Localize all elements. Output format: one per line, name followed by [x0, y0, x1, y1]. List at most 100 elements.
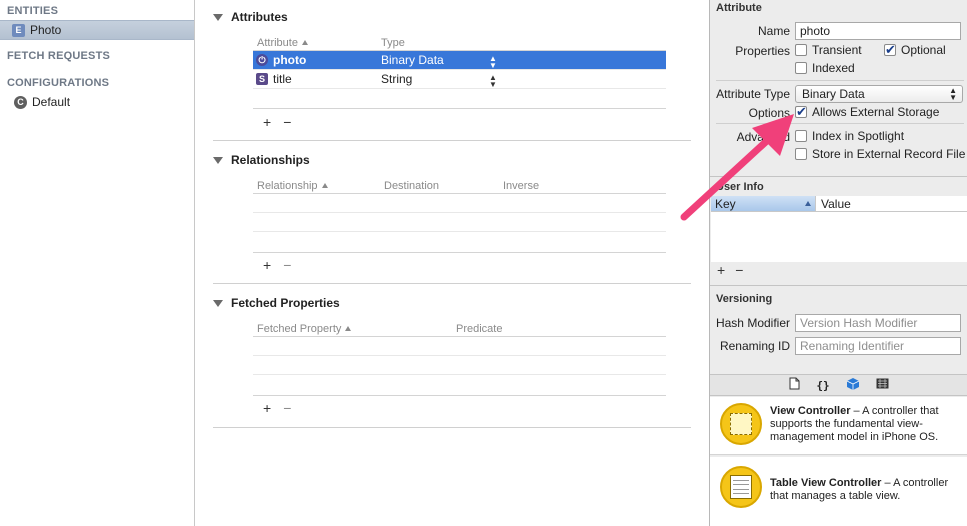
string-icon: S — [256, 73, 268, 85]
add-fetched-property-button[interactable]: + — [263, 400, 271, 416]
allows-external-storage-label: Allows External Storage — [812, 105, 940, 119]
attribute-type-value: Binary Data — [802, 87, 865, 101]
attribute-name-cell[interactable]: S title — [253, 70, 381, 88]
table-row — [253, 194, 666, 213]
attribute-type-cell[interactable]: Binary Data — [381, 51, 489, 69]
attributes-title: Attributes — [231, 10, 288, 24]
table-view-controller-icon — [720, 466, 762, 508]
column-header-destination[interactable]: Destination — [384, 178, 503, 193]
relationships-add-remove: + − — [263, 257, 291, 273]
column-header-predicate[interactable]: Predicate — [456, 321, 502, 336]
relationships-disclosure[interactable]: Relationships — [213, 151, 691, 169]
fetched-properties-section: Fetched Properties — [213, 294, 691, 312]
remove-relationship-button[interactable]: − — [283, 257, 291, 273]
disclosure-triangle-icon[interactable] — [213, 156, 223, 164]
column-header-type[interactable]: Type — [381, 35, 405, 50]
transient-label: Transient — [812, 43, 862, 57]
attribute-inspector: Attribute Name photo Properties Transien… — [709, 0, 967, 526]
hash-modifier-field[interactable]: Version Hash Modifier — [795, 314, 961, 332]
disclosure-triangle-icon[interactable] — [213, 13, 223, 21]
fetched-properties-title: Fetched Properties — [231, 296, 340, 310]
sidebar-item-label: Default — [32, 95, 71, 109]
table-bottom-border — [253, 252, 666, 253]
attribute-type-label: Attribute Type — [716, 87, 790, 101]
optional-checkbox-row[interactable]: Optional — [884, 42, 946, 58]
column-header-fetched-property[interactable]: Fetched Property — [253, 321, 456, 336]
hash-modifier-label: Hash Modifier — [715, 316, 790, 330]
sidebar-item-default[interactable]: C Default — [0, 92, 194, 112]
library-item-description: View Controller – A controller that supp… — [770, 405, 960, 454]
table-row — [253, 213, 666, 232]
indexed-checkbox-row[interactable]: Indexed — [795, 61, 855, 75]
disclosure-triangle-icon[interactable] — [213, 299, 223, 307]
remove-attribute-button[interactable]: − — [283, 114, 291, 130]
file-template-icon[interactable] — [789, 377, 800, 393]
attribute-type-cell[interactable]: String — [381, 70, 489, 88]
renaming-id-field[interactable]: Renaming Identifier — [795, 337, 961, 355]
store-external-record-label: Store in External Record File — [812, 147, 966, 161]
entity-editor: Attributes Attribute Type ⏻ photo Binary… — [196, 0, 708, 526]
add-user-info-button[interactable]: + — [717, 262, 725, 278]
store-external-record-row[interactable]: Store in External Record File — [795, 147, 965, 161]
sidebar-item-photo[interactable]: E Photo — [0, 20, 194, 40]
add-attribute-button[interactable]: + — [263, 114, 271, 130]
library-item-table-view-controller[interactable]: Table View Controller – A controller tha… — [710, 457, 967, 526]
user-info-add-remove: + − — [717, 262, 743, 278]
table-row[interactable]: S title String ▲ ▼ — [253, 70, 666, 89]
separator — [716, 80, 964, 81]
sidebar-item-label: Photo — [30, 23, 62, 37]
entity-icon: E — [12, 23, 25, 37]
name-field[interactable]: photo — [795, 22, 961, 40]
optional-label: Optional — [901, 43, 946, 57]
attributes-disclosure[interactable]: Attributes — [213, 8, 691, 26]
fetched-properties-table: Fetched Property Predicate — [253, 321, 666, 375]
view-controller-icon — [720, 403, 762, 445]
object-library-icon[interactable] — [846, 377, 860, 394]
table-header: Fetched Property Predicate — [253, 321, 666, 337]
sort-ascending-icon — [345, 326, 352, 331]
code-snippet-icon[interactable]: {} — [816, 379, 829, 392]
sort-ascending-icon — [321, 183, 328, 188]
sort-ascending-icon — [805, 201, 811, 206]
indexed-checkbox[interactable] — [795, 62, 807, 74]
sort-ascending-icon — [301, 40, 308, 45]
media-library-icon[interactable] — [876, 378, 889, 392]
allows-external-storage-row[interactable]: Allows External Storage — [795, 104, 940, 120]
optional-checkbox[interactable] — [884, 42, 896, 58]
user-info-table: Key Value — [711, 196, 967, 262]
table-row — [253, 356, 666, 375]
library-item-title: Table View Controller — [770, 477, 882, 489]
section-divider — [213, 140, 691, 141]
column-header-inverse[interactable]: Inverse — [503, 178, 539, 193]
index-spotlight-row[interactable]: Index in Spotlight — [795, 129, 904, 143]
separator — [716, 123, 964, 124]
remove-fetched-property-button[interactable]: − — [283, 400, 291, 416]
column-header-relationship[interactable]: Relationship — [253, 178, 384, 193]
table-bottom-border — [253, 395, 666, 396]
table-row[interactable]: ⏻ photo Binary Data ▲ ▼ — [253, 51, 666, 70]
library-item-view-controller[interactable]: View Controller – A controller that supp… — [710, 397, 967, 455]
transient-checkbox-row[interactable]: Transient — [795, 43, 862, 57]
library-item-description: Table View Controller – A controller tha… — [770, 477, 960, 526]
attributes-section: Attributes — [213, 8, 691, 26]
index-spotlight-checkbox[interactable] — [795, 130, 807, 142]
separator — [710, 176, 967, 177]
name-label: Name — [757, 24, 790, 38]
column-header-attribute[interactable]: Attribute — [253, 35, 381, 50]
transient-checkbox[interactable] — [795, 44, 807, 56]
relationships-section: Relationships — [213, 151, 691, 169]
add-relationship-button[interactable]: + — [263, 257, 271, 273]
allows-external-storage-checkbox[interactable] — [795, 104, 807, 120]
store-external-record-checkbox[interactable] — [795, 148, 807, 160]
attribute-name-cell[interactable]: ⏻ photo — [253, 51, 381, 69]
entities-header: ENTITIES — [7, 5, 59, 17]
properties-label: Properties — [735, 44, 790, 58]
fetched-properties-disclosure[interactable]: Fetched Properties — [213, 294, 691, 312]
attribute-type-popup[interactable]: Binary Data ▲ ▼ — [795, 85, 963, 103]
column-header-value[interactable]: Value — [815, 196, 851, 211]
remove-user-info-button[interactable]: − — [735, 262, 743, 278]
renaming-id-label: Renaming ID — [719, 339, 790, 353]
column-header-key[interactable]: Key — [711, 196, 815, 211]
type-stepper-icon[interactable]: ▲ ▼ — [489, 55, 497, 70]
type-stepper-icon[interactable]: ▲ ▼ — [489, 74, 497, 89]
